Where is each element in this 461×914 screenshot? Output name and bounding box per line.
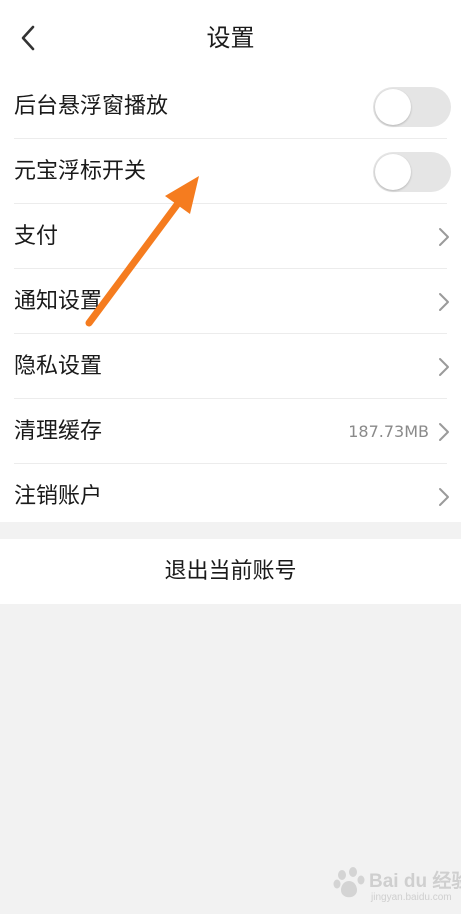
chevron-right-icon <box>439 228 449 246</box>
toggle-knob <box>375 154 411 190</box>
setting-label: 后台悬浮窗播放 <box>14 94 169 119</box>
setting-label: 隐私设置 <box>14 354 103 379</box>
setting-label: 元宝浮标开关 <box>14 159 147 184</box>
setting-label: 支付 <box>14 224 59 249</box>
chevron-right-icon <box>439 423 449 441</box>
watermark-text: Bai du 经验 <box>369 871 461 892</box>
setting-row-payment[interactable]: 支付 <box>0 204 461 269</box>
settings-list: 后台悬浮窗播放 元宝浮标开关 支付 通知设置 隐私设置 清理缓存 187.73M… <box>0 74 461 522</box>
floating-playback-toggle[interactable] <box>373 87 451 127</box>
watermark-url: jingyan.baidu.com <box>371 892 452 903</box>
yuanbao-float-toggle[interactable] <box>373 152 451 192</box>
setting-row-notifications[interactable]: 通知设置 <box>0 269 461 334</box>
setting-label: 注销账户 <box>14 484 103 509</box>
page-title: 设置 <box>206 24 255 52</box>
setting-row-privacy[interactable]: 隐私设置 <box>0 334 461 399</box>
chevron-right-icon <box>439 488 449 506</box>
setting-row-yuanbao-float: 元宝浮标开关 <box>0 139 461 204</box>
setting-row-clear-cache[interactable]: 清理缓存 187.73MB <box>0 399 461 464</box>
paw-logo-icon <box>333 867 365 898</box>
chevron-right-icon <box>439 293 449 311</box>
setting-label: 清理缓存 <box>14 419 103 444</box>
toggle-knob <box>375 89 411 125</box>
header-bar: 设置 <box>0 0 461 74</box>
chevron-right-icon <box>439 358 449 376</box>
cache-size-value: 187.73MB <box>348 422 429 441</box>
baidu-jingyan-watermark: Bai du 经验 jingyan.baidu.com <box>333 864 461 908</box>
setting-row-floating-playback: 后台悬浮窗播放 <box>0 74 461 139</box>
setting-row-delete-account[interactable]: 注销账户 <box>0 464 461 529</box>
logout-button[interactable]: 退出当前账号 <box>0 539 461 604</box>
setting-label: 通知设置 <box>14 289 103 314</box>
